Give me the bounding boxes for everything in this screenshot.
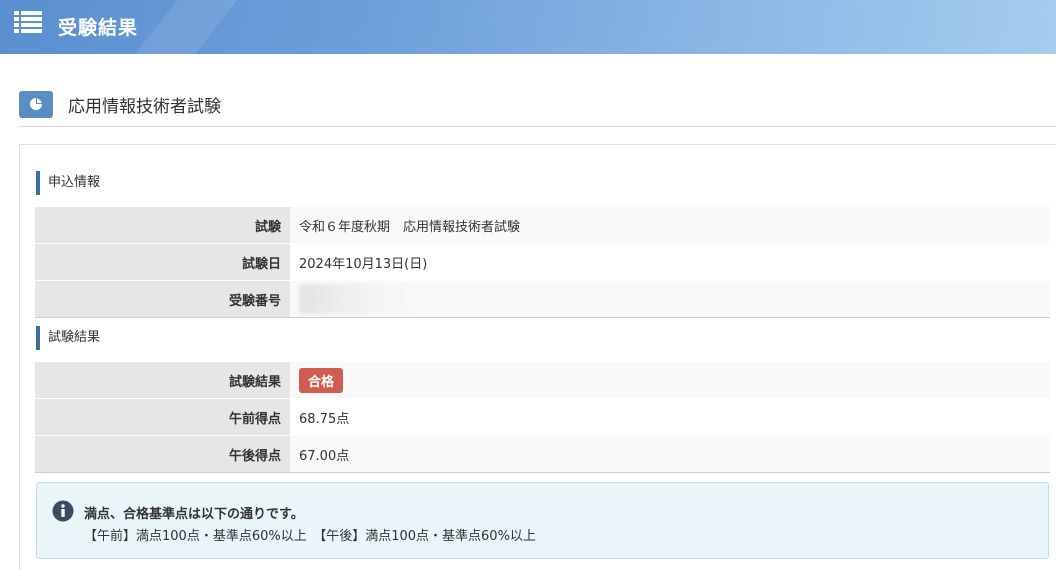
row-value: [290, 280, 1050, 318]
row-value: 67.00点: [290, 435, 1050, 473]
row-label: 試験: [35, 206, 290, 244]
score-criteria-notice: 満点、合格基準点は以下の通りです。 【午前】満点100点・基準点60%以上 【午…: [36, 482, 1049, 559]
table-row: 試験 令和６年度秋期 応用情報技術者試験: [35, 206, 1050, 244]
page-title: 受験結果: [58, 17, 139, 39]
table-row: 受験番号: [35, 280, 1050, 318]
row-label: 試験日: [35, 243, 290, 281]
result-table: 試験結果 合格 午前得点 68.75点 午後得点 67.00点: [35, 361, 1050, 473]
row-value: 合格: [290, 361, 1050, 399]
table-row: 試験日 2024年10月13日(日): [35, 243, 1050, 281]
result-panel: 申込情報 試験 令和６年度秋期 応用情報技術者試験 試験日 2024年10月13…: [19, 144, 1056, 570]
pass-status-badge: 合格: [299, 367, 344, 393]
exam-header: 応用情報技術者試験: [19, 90, 1056, 127]
row-label: 受験番号: [35, 280, 290, 318]
row-label: 午後得点: [35, 435, 290, 473]
notice-detail: 【午前】満点100点・基準点60%以上 【午後】満点100点・基準点60%以上: [84, 529, 536, 544]
examinee-number-redacted: [299, 284, 419, 314]
row-label: 試験結果: [35, 361, 290, 399]
pie-chart-icon: [30, 98, 42, 110]
info-icon: [52, 500, 74, 522]
table-row: 午前得点 68.75点: [35, 398, 1050, 436]
top-header-bar: 受験結果: [0, 0, 1056, 54]
exam-title: 応用情報技術者試験: [68, 97, 221, 117]
row-value: 68.75点: [290, 398, 1050, 436]
section-exam-result: 試験結果: [36, 326, 100, 350]
table-row: 試験結果 合格: [35, 361, 1050, 399]
section-application-info: 申込情報: [36, 171, 100, 195]
row-value: 令和６年度秋期 応用情報技術者試験: [290, 206, 1050, 244]
row-value: 2024年10月13日(日): [290, 243, 1050, 281]
exam-badge: [19, 91, 53, 118]
application-table: 試験 令和６年度秋期 応用情報技術者試験 試験日 2024年10月13日(日) …: [35, 206, 1050, 318]
table-row: 午後得点 67.00点: [35, 435, 1050, 473]
list-icon: [14, 11, 42, 33]
notice-title: 満点、合格基準点は以下の通りです。: [84, 507, 304, 522]
row-label: 午前得点: [35, 398, 290, 436]
